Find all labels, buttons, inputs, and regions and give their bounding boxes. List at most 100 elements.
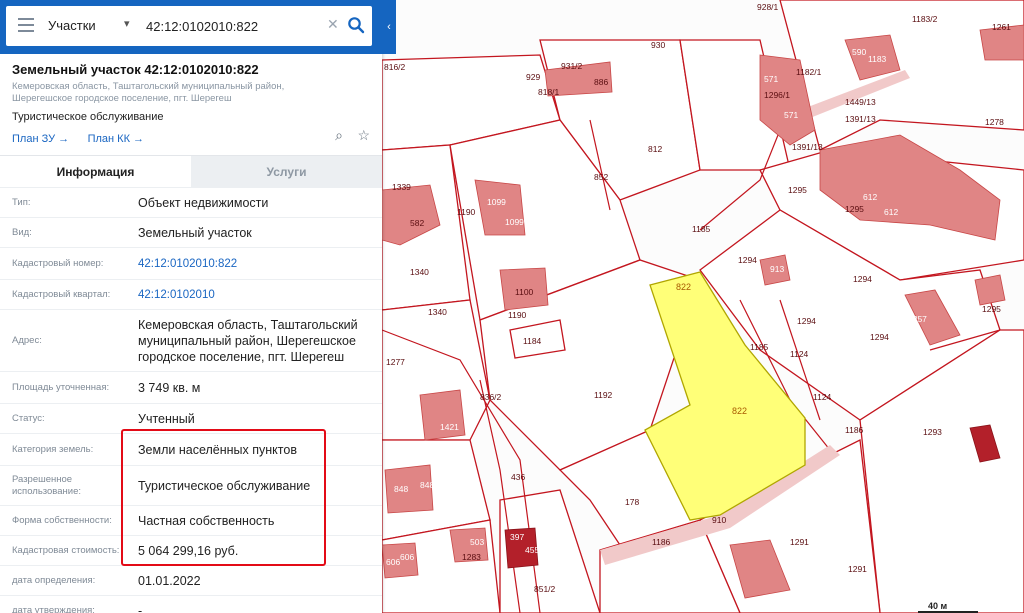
map-building [419, 389, 466, 441]
property-row: Вид: Земельный участок [0, 217, 382, 247]
plan-zu-link[interactable]: План ЗУ → [12, 133, 69, 145]
map-parcel-label: 1340 [428, 307, 447, 317]
map-parcel-label: 848 [718, 112, 732, 122]
property-value: 3 749 кв. м [138, 380, 201, 395]
property-row: Категория земель: Земли населённых пункт… [0, 433, 382, 465]
map-parcel-label: 1185 [692, 224, 711, 234]
property-value: Туристическое обслуживание [138, 478, 311, 493]
chevron-down-icon[interactable]: ▾ [124, 17, 130, 30]
property-label: Статус: [12, 412, 45, 424]
search-input[interactable] [146, 16, 316, 36]
property-label: дата утверждения: [12, 604, 95, 613]
map-parcel-label: 1294 [853, 274, 872, 284]
map-parcel-label: 178 [625, 497, 639, 507]
property-row: Кадастровый номер: 42:12:0102010:822 [0, 247, 382, 279]
map-parcel-label: 1277 [386, 357, 405, 367]
map-parcel-label: 582 [410, 218, 424, 228]
property-label: Вид: [12, 226, 32, 238]
property-row: Площадь уточненная: 3 749 кв. м [0, 371, 382, 403]
map-parcel-label: 848 [394, 484, 408, 494]
map-parcel-label: 1283 [462, 552, 481, 562]
map-building [974, 274, 1006, 306]
cadastral-number-link[interactable]: 42:12:0102010:822 [138, 256, 370, 272]
map-parcel-label: 1291 [790, 537, 809, 547]
map-parcel-label: 1184 [523, 336, 542, 346]
map-parcel-label: 455 [525, 545, 539, 555]
map-parcel-label: 1291 [848, 564, 867, 574]
map-parcel-label: 1295 [788, 185, 807, 195]
map-parcel-label: 812 [648, 144, 662, 154]
property-row: Форма собственности: Частная собственнос… [0, 505, 382, 535]
object-purpose: Туристическое обслуживание [12, 111, 164, 123]
map-parcel-label: 1192 [594, 390, 613, 400]
property-value: - [138, 603, 143, 613]
map-parcel-label: 571 [784, 110, 798, 120]
property-label: Разрешенное использование: [12, 473, 82, 497]
search-icon[interactable] [347, 16, 365, 34]
map-parcel-label: 1294 [870, 332, 889, 342]
map-parcel-label: 1099 [505, 217, 524, 227]
property-label: Тип: [12, 196, 31, 208]
property-label: Кадастровая стоимость: [12, 544, 120, 556]
map-parcel-label: 1340 [410, 267, 429, 277]
map-parcel-label: 397 [510, 532, 524, 542]
property-list: Тип: Объект недвижимости Вид: Земельный … [0, 187, 382, 613]
map-parcel-label: 1183 [868, 54, 887, 64]
clear-icon[interactable]: ✕ [327, 16, 339, 33]
property-label: дата определения: [12, 574, 96, 586]
map-parcel-label: 1185 [750, 342, 769, 352]
property-row: Кадастровая стоимость: 5 064 299,16 руб. [0, 535, 382, 565]
map-parcel-label: 1296/1 [764, 90, 790, 100]
map-parcel-label: 606 [400, 552, 414, 562]
map-parcel-label: 929 [526, 72, 540, 82]
tab-services[interactable]: Услуги [191, 156, 382, 187]
map-parcel-label: 1186 [845, 425, 864, 435]
map-parcel-label: 1294 [738, 255, 757, 265]
map-parcel-label: 822 [732, 406, 747, 416]
property-value: Земельный участок [138, 225, 252, 240]
star-icon[interactable]: ☆ [357, 127, 370, 143]
map-parcel-label: 928/1 [757, 2, 779, 12]
search-bar: Участки ▾ ✕ [0, 0, 382, 54]
map-parcel-label: 1421 [440, 422, 459, 432]
map-scale-label: 40 м [928, 601, 948, 611]
map-parcel-label: 612 [863, 192, 877, 202]
map-parcel-label: 1190 [457, 207, 476, 217]
object-title: Земельный участок 42:12:0102010:822 [12, 62, 259, 77]
property-row: дата определения: 01.01.2022 [0, 565, 382, 595]
collapse-panel-button[interactable]: ‹ [382, 0, 396, 54]
property-value: Частная собственность [138, 513, 275, 528]
object-address: Кемеровская область, Таштагольский муниц… [12, 81, 285, 104]
map-parcel-label: 852 [594, 172, 608, 182]
map-parcel-label: 816/2 [384, 62, 406, 72]
property-label: Форма собственности: [12, 514, 112, 526]
cadastral-quarter-link[interactable]: 42:12:0102010 [138, 287, 370, 303]
plan-kk-link[interactable]: План КК → [88, 133, 144, 145]
map-parcel-label: 1294 [797, 316, 816, 326]
map-parcel-label: 822 [676, 282, 691, 292]
map-parcel-label: 836/2 [480, 392, 502, 402]
property-value: Объект недвижимости [138, 195, 269, 210]
map-parcel-label: 1295 [845, 204, 864, 214]
property-value: 01.01.2022 [138, 573, 201, 588]
map-parcel-label: 1182/1 [796, 67, 822, 77]
map-parcel-label: 818/1 [538, 87, 560, 97]
property-value: Учтенный [138, 411, 195, 426]
find-on-map-icon[interactable]: ⌕ [335, 127, 343, 143]
map-parcel-label: 931/2 [561, 61, 583, 71]
tab-information[interactable]: Информация [0, 156, 191, 187]
map-parcel-label: 930 [651, 40, 665, 50]
info-panel: Участки ▾ ✕ Земельный участок 42:12:0102… [0, 0, 382, 613]
map-parcel-label: 851/2 [534, 584, 556, 594]
map-parcel-label: 886 [594, 77, 608, 87]
property-row: Разрешенное использование: Туристическое… [0, 465, 382, 505]
menu-icon[interactable] [18, 18, 34, 32]
tab-bar: Информация Услуги [0, 155, 382, 187]
search-mode-select[interactable]: Участки [48, 6, 136, 46]
map-parcel-label: 910 [712, 515, 726, 525]
property-label: Площадь уточненная: [12, 381, 110, 393]
property-value: 5 064 299,16 руб. [138, 543, 239, 558]
map-parcel-label: 1100 [515, 287, 534, 297]
property-label: Кадастровый квартал: [12, 288, 111, 300]
map-parcel-label: 1278 [985, 117, 1004, 127]
